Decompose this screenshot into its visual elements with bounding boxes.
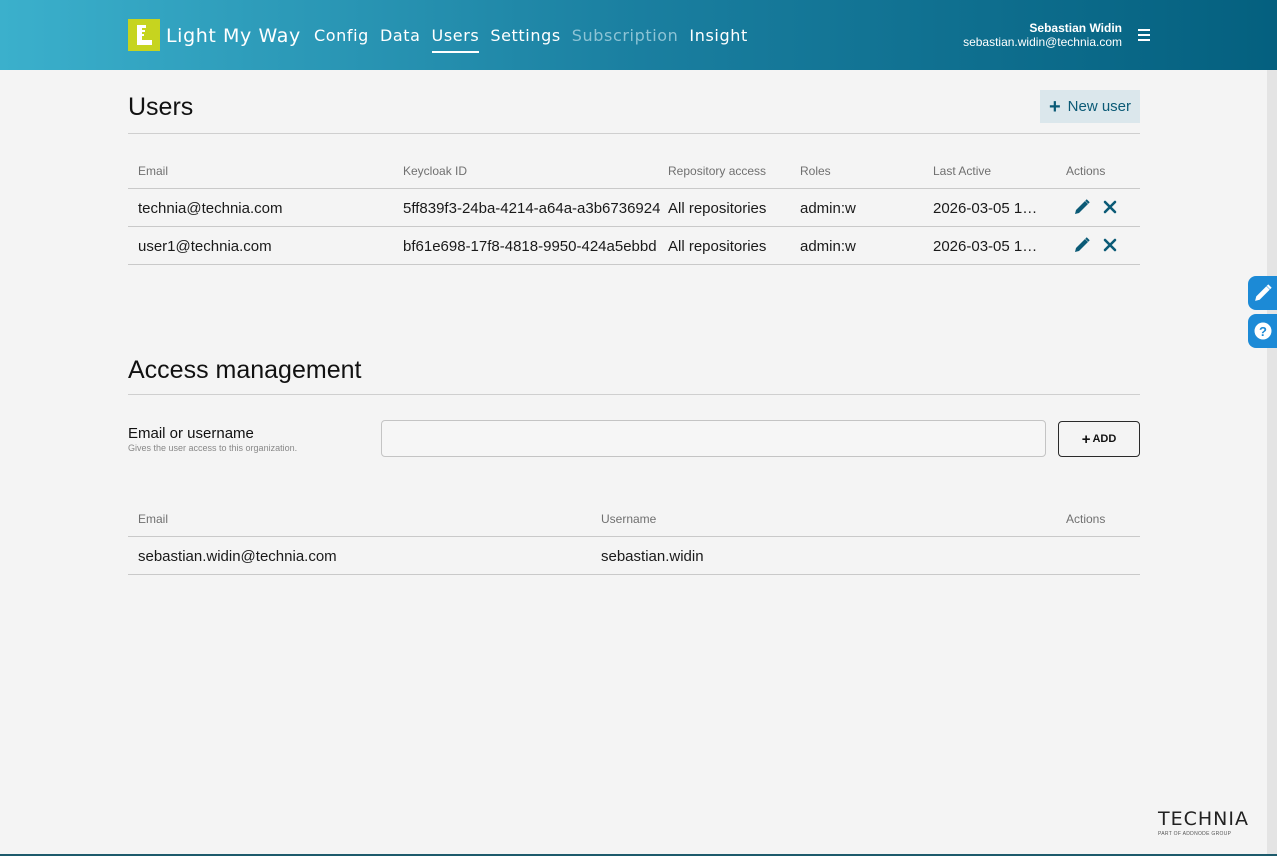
users-title: Users [128,93,194,121]
row-divider [128,574,1140,575]
col-username[interactable]: Username [601,512,656,526]
svg-text:?: ? [1259,324,1267,339]
cell-repository-access: All repositories [668,238,767,255]
row-divider [128,264,1140,265]
row-divider [128,226,1140,227]
plus-icon: + [1081,430,1091,448]
col-roles[interactable]: Roles [800,164,831,178]
col-email[interactable]: Email [138,512,168,526]
brand-name: TECHNIA [1158,808,1249,830]
users-divider [128,133,1140,134]
email-username-help: Gives the user access to this organizati… [128,443,298,453]
col-repository-access[interactable]: Repository access [668,164,766,178]
cell-roles: admin:w [800,200,856,217]
new-user-label: New user [1067,98,1132,115]
pencil-icon [1254,284,1272,301]
add-label: ADD [1092,433,1117,445]
col-keycloak-id[interactable]: Keycloak ID [403,164,467,178]
scrollbar[interactable] [1267,70,1277,856]
cell-repository-access: All repositories [668,200,767,217]
nav-users[interactable]: Users [431,26,480,53]
plus-icon: + [1048,95,1061,118]
access-management-title: Access management [128,356,362,384]
cell-keycloak-id: 5ff839f3-24ba-4214-a64a-a3b6736924 [403,200,660,217]
email-username-label: Email or username [128,425,254,442]
cell-email: technia@technia.com [138,200,283,217]
nav-data[interactable]: Data [380,26,421,53]
close-icon[interactable] [1102,199,1118,215]
add-button[interactable]: + ADD [1058,421,1140,457]
col-actions: Actions [1066,512,1106,526]
app-name[interactable]: Light My Way [166,25,301,47]
brand-tagline: PART OF ADDNODE GROUP [1158,831,1232,837]
user-name: Sebastian Widin [1029,21,1122,35]
nav-insight[interactable]: Insight [689,26,747,53]
pencil-icon[interactable] [1074,237,1090,253]
col-actions: Actions [1066,164,1106,178]
cell-email: sebastian.widin@technia.com [138,548,337,565]
help-button[interactable]: ? [1248,314,1277,348]
nav-settings[interactable]: Settings [490,26,560,53]
cell-email: user1@technia.com [138,238,272,255]
nav-subscription[interactable]: Subscription [572,26,679,53]
feedback-button[interactable] [1248,276,1277,310]
main-nav: Config Data Users Settings Subscription … [314,26,759,53]
col-email[interactable]: Email [138,164,168,178]
menu-icon[interactable] [1138,29,1150,41]
pencil-icon[interactable] [1074,199,1090,215]
email-username-input[interactable] [381,420,1046,457]
header-divider [128,536,1140,537]
app-logo-icon[interactable] [128,19,160,51]
cell-last-active: 2026-03-05 1… [933,200,1038,217]
cell-roles: admin:w [800,238,856,255]
help-icon: ? [1254,322,1271,340]
cell-last-active: 2026-03-05 1… [933,238,1038,255]
cell-keycloak-id: bf61e698-17f8-4818-9950-424a5ebbd [403,238,657,255]
header-divider [128,188,1140,189]
user-email: sebastian.widin@technia.com [963,35,1122,49]
cell-username: sebastian.widin [601,548,704,565]
access-divider [128,394,1140,395]
col-last-active[interactable]: Last Active [933,164,991,178]
close-icon[interactable] [1102,237,1118,253]
new-user-button[interactable]: + New user [1040,90,1140,123]
nav-config[interactable]: Config [314,26,369,53]
top-header: Light My Way Config Data Users Settings … [0,0,1277,70]
technia-logo: TECHNIA PART OF ADDNODE GROUP [1158,808,1249,837]
user-info: Sebastian Widin sebastian.widin@technia.… [963,21,1122,49]
